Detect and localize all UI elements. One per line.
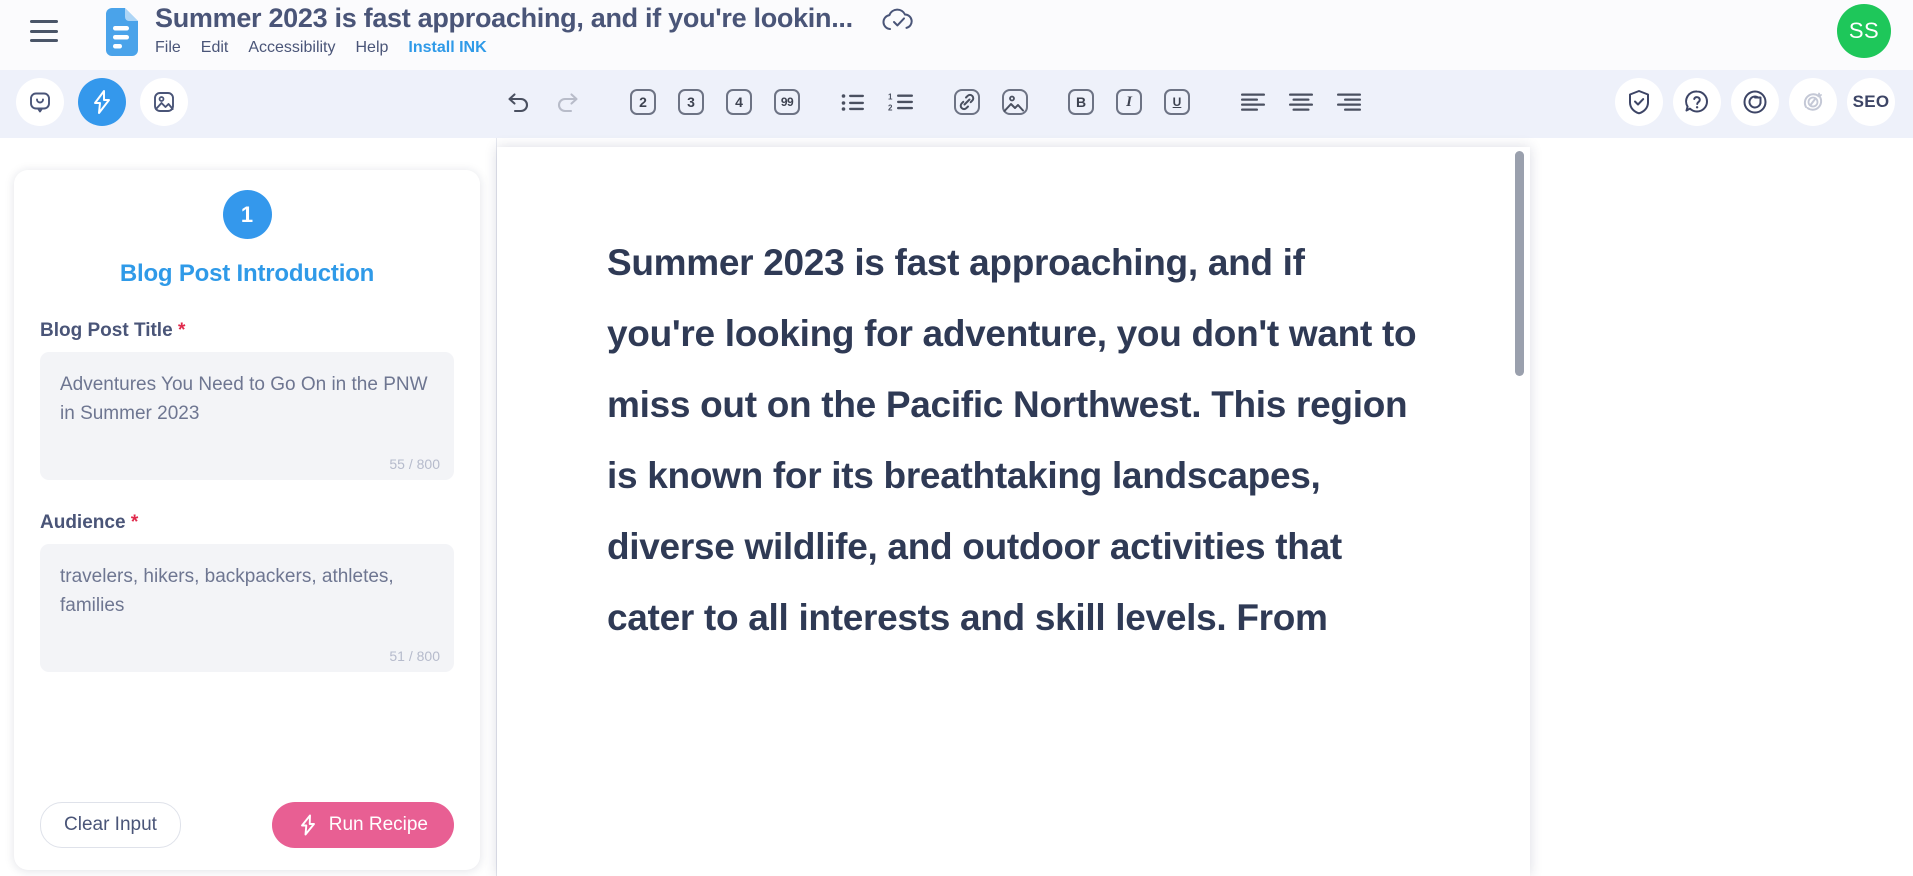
bullet-list-icon[interactable] bbox=[829, 78, 877, 126]
italic-button[interactable]: I bbox=[1105, 78, 1153, 126]
toolbar-right-group: SEO bbox=[1615, 78, 1895, 126]
required-asterisk: * bbox=[130, 512, 139, 533]
lightning-bolt-icon[interactable] bbox=[78, 78, 126, 126]
image-frame-icon[interactable] bbox=[140, 78, 188, 126]
bold-label: B bbox=[1068, 89, 1094, 115]
menu-item-help[interactable]: Help bbox=[356, 38, 389, 58]
shield-check-icon[interactable] bbox=[1615, 78, 1663, 126]
hamburger-menu-icon[interactable] bbox=[30, 20, 58, 42]
document-logo-icon bbox=[100, 8, 140, 56]
heading-2-button[interactable]: 2 bbox=[619, 78, 667, 126]
cloud-check-icon[interactable] bbox=[881, 7, 914, 33]
seo-label: SEO bbox=[1852, 92, 1890, 111]
smiley-chat-icon[interactable] bbox=[16, 78, 64, 126]
blockquote-label: 99 bbox=[774, 89, 800, 115]
underline-button[interactable]: U bbox=[1153, 78, 1201, 126]
user-avatar[interactable]: SS bbox=[1837, 4, 1891, 58]
run-recipe-label: Run Recipe bbox=[328, 814, 428, 835]
field-label-text: Audience bbox=[40, 512, 126, 533]
editor-page: Summer 2023 is fast approaching, and if … bbox=[497, 147, 1530, 653]
clear-input-button[interactable]: Clear Input bbox=[40, 802, 181, 848]
align-left-icon[interactable] bbox=[1229, 78, 1277, 126]
seo-button[interactable]: SEO bbox=[1847, 78, 1895, 126]
heading-3-button[interactable]: 3 bbox=[667, 78, 715, 126]
toolbar-center-group: 2 3 4 99 1 2 B I U bbox=[495, 78, 1373, 126]
audience-value: travelers, hikers, backpackers, athletes… bbox=[60, 566, 394, 616]
underline-label: U bbox=[1164, 89, 1190, 115]
field-label-blog-post-title: Blog Post Title * bbox=[40, 320, 454, 342]
menu-item-edit[interactable]: Edit bbox=[201, 38, 229, 58]
numbered-list-icon[interactable]: 1 2 bbox=[877, 78, 925, 126]
title-block: Summer 2023 is fast approaching, and if … bbox=[155, 2, 853, 58]
toolbar-left-group bbox=[16, 78, 188, 126]
audience-input[interactable]: travelers, hikers, backpackers, athletes… bbox=[40, 544, 454, 672]
step-number-badge: 1 bbox=[222, 190, 272, 239]
heading-2-label: 2 bbox=[630, 89, 656, 115]
editor-toolbar: 2 3 4 99 1 2 B I U SEO bbox=[0, 70, 1913, 138]
heading-3-label: 3 bbox=[678, 89, 704, 115]
align-right-icon[interactable] bbox=[1325, 78, 1373, 126]
field-label-audience: Audience * bbox=[40, 512, 454, 534]
bold-button[interactable]: B bbox=[1057, 78, 1105, 126]
question-help-icon[interactable] bbox=[1673, 78, 1721, 126]
undo-icon[interactable] bbox=[495, 78, 543, 126]
panel-button-row: Clear Input Run Recipe bbox=[40, 802, 454, 848]
plagiarism-icon[interactable] bbox=[1789, 78, 1837, 126]
svg-text:1: 1 bbox=[888, 93, 893, 102]
heading-4-label: 4 bbox=[726, 89, 752, 115]
menu-item-install-ink[interactable]: Install INK bbox=[408, 38, 486, 58]
blog-post-title-input[interactable]: Adventures You Need to Go On in the PNW … bbox=[40, 352, 454, 480]
editor-body-text[interactable]: Summer 2023 is fast approaching, and if … bbox=[607, 227, 1420, 653]
redo-icon[interactable] bbox=[543, 78, 591, 126]
audience-counter: 51 / 800 bbox=[389, 648, 440, 664]
italic-label: I bbox=[1116, 89, 1142, 115]
blog-post-title-counter: 55 / 800 bbox=[389, 456, 440, 472]
underline-glyph: U bbox=[1172, 94, 1182, 109]
blog-post-title-value: Adventures You Need to Go On in the PNW … bbox=[60, 374, 428, 424]
ink-editor-app: Summer 2023 is fast approaching, and if … bbox=[0, 0, 1913, 876]
top-bar: Summer 2023 is fast approaching, and if … bbox=[0, 0, 1913, 70]
lightning-bolt-icon bbox=[298, 814, 318, 836]
link-button[interactable] bbox=[943, 78, 991, 126]
recipe-input-panel: 1 Blog Post Introduction Blog Post Title… bbox=[14, 170, 480, 870]
blockquote-button[interactable]: 99 bbox=[763, 78, 811, 126]
align-center-icon[interactable] bbox=[1277, 78, 1325, 126]
panel-title: Blog Post Introduction bbox=[119, 260, 375, 287]
menu-item-accessibility[interactable]: Accessibility bbox=[248, 38, 335, 58]
heading-4-button[interactable]: 4 bbox=[715, 78, 763, 126]
grammarly-icon[interactable] bbox=[1731, 78, 1779, 126]
menu-bar: File Edit Accessibility Help Install INK bbox=[155, 38, 853, 58]
menu-item-file[interactable]: File bbox=[155, 38, 181, 58]
main-content: 1 Blog Post Introduction Blog Post Title… bbox=[0, 138, 1913, 876]
editor-scrollbar-thumb[interactable] bbox=[1515, 151, 1524, 376]
svg-text:2: 2 bbox=[888, 104, 893, 113]
run-recipe-button[interactable]: Run Recipe bbox=[271, 802, 454, 848]
field-label-text: Blog Post Title bbox=[40, 320, 173, 341]
insert-image-icon[interactable] bbox=[991, 78, 1039, 126]
required-asterisk: * bbox=[177, 320, 186, 341]
document-editor[interactable]: Summer 2023 is fast approaching, and if … bbox=[497, 147, 1530, 876]
document-title[interactable]: Summer 2023 is fast approaching, and if … bbox=[155, 2, 853, 34]
